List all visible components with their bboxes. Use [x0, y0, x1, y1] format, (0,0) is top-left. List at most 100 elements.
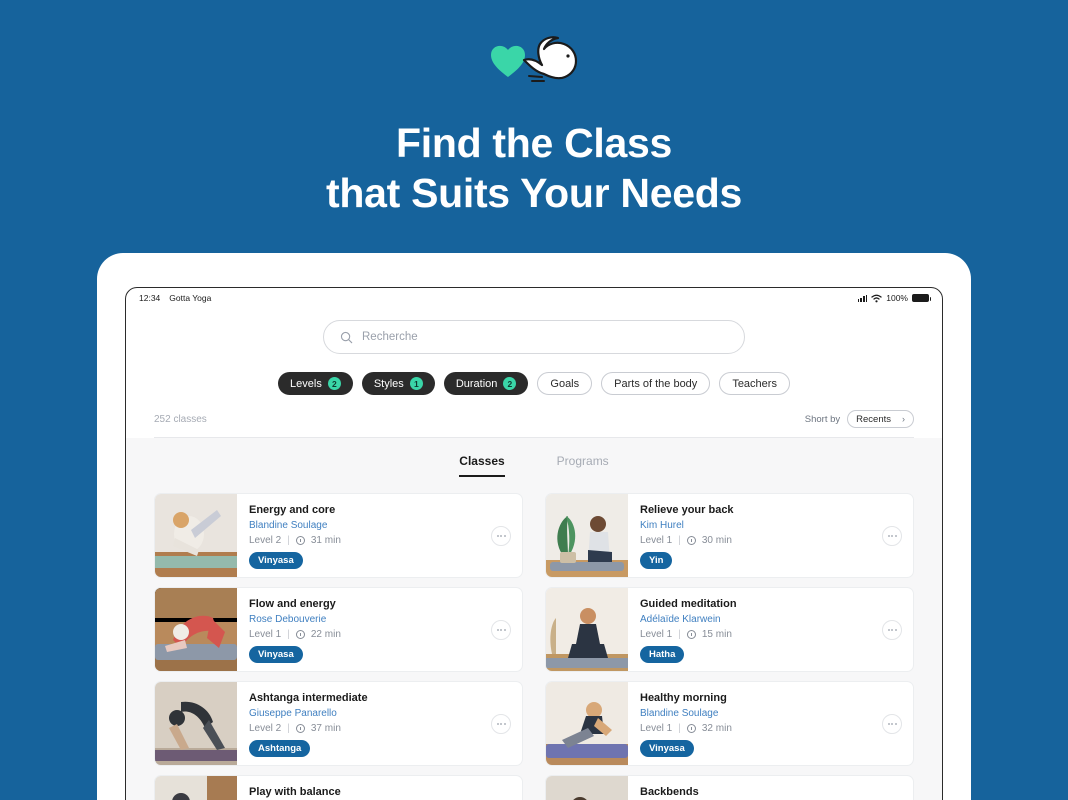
class-author: Rose Debouverie — [249, 614, 327, 625]
filter-chip-label: Styles — [373, 377, 404, 390]
search-placeholder: Recherche — [362, 331, 418, 343]
woman-seated-twist-plant-photo — [546, 494, 628, 577]
search-icon — [340, 331, 353, 343]
sort-label: Short by — [804, 413, 841, 425]
page-title-line-1: Find the Class — [395, 120, 672, 166]
class-level: Level 1 — [249, 629, 282, 640]
filter-chip-goals[interactable]: Goals — [537, 372, 593, 395]
wifi-icon — [871, 294, 882, 302]
class-title: Backbends — [640, 786, 699, 798]
filter-chip-teachers[interactable]: Teachers — [719, 372, 790, 395]
more-options-icon[interactable] — [491, 619, 511, 640]
class-card-body: Healthy morning Blandine Soulage Level 1… — [628, 682, 913, 765]
class-thumbnail — [155, 776, 237, 800]
class-author: Blandine Soulage — [249, 520, 328, 531]
class-author: Kim Hurel — [640, 520, 684, 531]
class-author: Blandine Soulage — [640, 708, 719, 719]
filter-chip-count-badge: 2 — [327, 377, 341, 390]
search-input[interactable]: Recherche — [323, 320, 745, 354]
class-style-tag: Vinyasa — [249, 646, 303, 663]
filter-chip-label: Parts of the body — [614, 377, 698, 390]
class-card[interactable]: Relieve your back Kim Hurel Level 1 | 30… — [545, 493, 914, 578]
class-card[interactable]: Ashtanga intermediate Giuseppe Panarello… — [154, 681, 523, 766]
filter-chip-row: Levels 2 Styles 1 Duration 2 Goals Parts… — [154, 372, 914, 395]
woman-boat-pose-photo — [155, 494, 237, 577]
class-style-tag: Yin — [640, 552, 673, 569]
class-title: Play with balance — [249, 786, 341, 798]
tab-bar: Classes Programs — [154, 438, 914, 477]
class-thumbnail — [155, 588, 237, 671]
class-card-body: Relieve your back Kim Hurel Level 1 | 30… — [628, 494, 913, 577]
class-thumbnail — [155, 494, 237, 577]
class-card-body: Ashtanga intermediate Giuseppe Panarello… — [237, 682, 522, 765]
more-options-icon[interactable] — [882, 525, 902, 546]
class-card[interactable]: Healthy morning Blandine Soulage Level 1… — [545, 681, 914, 766]
filter-chip-label: Levels — [290, 377, 322, 390]
class-card-body: Guided meditation Adélaïde Klarwein Leve… — [628, 588, 913, 671]
filter-chip-levels[interactable]: Levels 2 — [278, 372, 353, 395]
class-thumbnail — [546, 494, 628, 577]
clock-icon — [686, 630, 696, 639]
meta-separator: | — [678, 535, 681, 546]
class-duration: 22 min — [310, 629, 341, 640]
class-title: Energy and core — [249, 504, 336, 516]
class-title: Ashtanga intermediate — [249, 692, 368, 704]
more-options-icon[interactable] — [491, 525, 511, 546]
class-card-grid: Energy and core Blandine Soulage Level 2… — [154, 493, 914, 800]
more-options-icon[interactable] — [491, 713, 511, 734]
device-screen: 12:34 Gotta Yoga 100% Recherche Levels 2… — [125, 287, 943, 800]
class-card[interactable]: Backbends — [545, 775, 914, 800]
woman-balance-photo — [155, 776, 237, 800]
app-header-area: Recherche Levels 2 Styles 1 Duration 2 G… — [126, 306, 942, 438]
class-card[interactable]: Guided meditation Adélaïde Klarwein Leve… — [545, 587, 914, 672]
meta-separator: | — [678, 723, 681, 734]
woman-side-plank-photo — [546, 682, 628, 765]
filter-chip-label: Duration — [455, 377, 498, 390]
status-bar: 12:34 Gotta Yoga 100% — [126, 288, 942, 306]
woman-lotus-meditation-photo — [546, 588, 628, 671]
class-card[interactable]: Flow and energy Rose Debouverie Level 1 … — [154, 587, 523, 672]
filter-chip-parts-of-the-body[interactable]: Parts of the body — [601, 372, 711, 395]
class-author: Adélaïde Klarwein — [640, 614, 721, 625]
man-forward-fold-photo — [155, 682, 237, 765]
tab-classes[interactable]: Classes — [459, 454, 505, 477]
class-title: Healthy morning — [640, 692, 727, 704]
more-options-icon[interactable] — [882, 619, 902, 640]
clock-icon — [295, 536, 305, 545]
page-title: Find the Class that Suits Your Needs — [0, 118, 1068, 218]
class-meta: Level 1 | 30 min — [640, 535, 901, 546]
class-style-tag: Vinyasa — [640, 740, 694, 757]
class-duration: 37 min — [310, 723, 341, 734]
filter-chip-label: Teachers — [732, 377, 777, 390]
results-body: Classes Programs Energy and core Blandin… — [126, 438, 942, 800]
status-time: 12:34 — [139, 293, 161, 303]
clock-icon — [295, 724, 305, 733]
class-card-body: Flow and energy Rose Debouverie Level 1 … — [237, 588, 522, 671]
class-level: Level 1 — [640, 629, 673, 640]
meta-separator: | — [287, 535, 290, 546]
filter-chip-styles[interactable]: Styles 1 — [361, 372, 435, 395]
filter-chip-count-badge: 2 — [503, 377, 517, 390]
results-count: 252 classes — [154, 413, 207, 425]
class-card[interactable]: Play with balance — [154, 775, 523, 800]
dove-icon — [522, 36, 578, 82]
logo-artwork — [491, 36, 578, 82]
class-thumbnail — [546, 776, 628, 800]
class-thumbnail — [546, 588, 628, 671]
class-title: Relieve your back — [640, 504, 734, 516]
filter-chip-label: Goals — [550, 377, 580, 390]
class-duration: 15 min — [701, 629, 732, 640]
tab-programs[interactable]: Programs — [557, 454, 609, 477]
sort-select[interactable]: Recents › — [847, 410, 914, 428]
woman-camel-pose-photo — [155, 588, 237, 671]
cellular-signal-icon — [857, 294, 868, 302]
more-options-icon[interactable] — [882, 713, 902, 734]
heart-icon — [491, 45, 525, 77]
class-meta: Level 2 | 31 min — [249, 535, 510, 546]
class-card[interactable]: Energy and core Blandine Soulage Level 2… — [154, 493, 523, 578]
tablet-device-frame: 12:34 Gotta Yoga 100% Recherche Levels 2… — [97, 253, 971, 800]
class-style-tag: Vinyasa — [249, 552, 303, 569]
clock-icon — [295, 630, 305, 639]
battery-percent-label: 100% — [886, 293, 908, 303]
filter-chip-duration[interactable]: Duration 2 — [443, 372, 529, 395]
